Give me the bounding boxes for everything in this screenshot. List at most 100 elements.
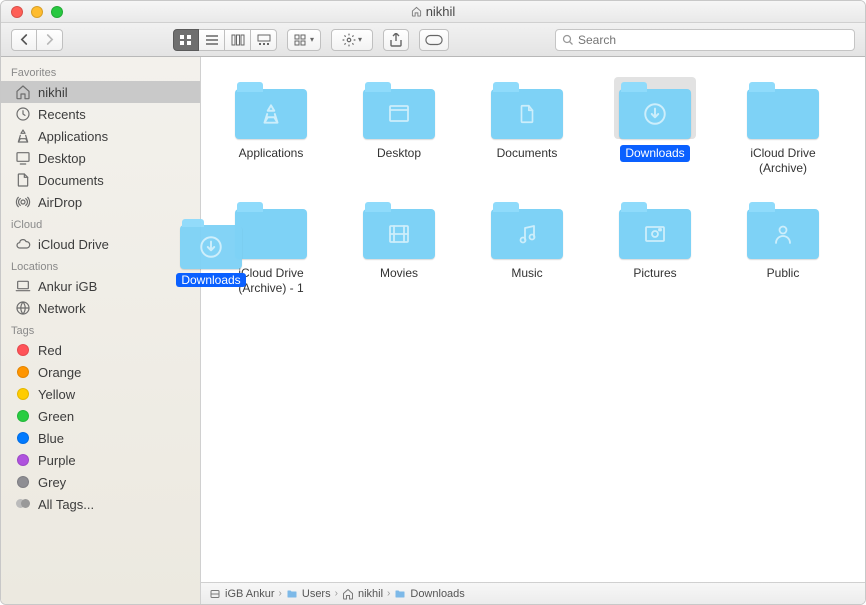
tag-dot-icon	[15, 452, 31, 468]
column-view-button[interactable]	[225, 29, 251, 51]
arrange-button[interactable]: ▾	[287, 29, 321, 51]
path-item-downloads[interactable]: Downloads	[394, 588, 464, 600]
sidebar: Favorites nikhil Recents Applications Deskto…	[1, 57, 201, 604]
folder-label: Public	[762, 265, 805, 282]
sidebar-item-label: Yellow	[38, 387, 75, 402]
path-item-igb-ankur[interactable]: iGB Ankur	[209, 588, 275, 600]
action-button[interactable]: ▾	[331, 29, 373, 51]
sidebar-item-label: Orange	[38, 365, 81, 380]
path-label: nikhil	[358, 588, 383, 600]
titlebar: nikhil	[1, 1, 865, 23]
globe-icon	[15, 300, 31, 316]
desktop-icon	[15, 150, 31, 166]
folder-documents[interactable]: Documents	[463, 75, 591, 195]
sidebar-item-green[interactable]: Green	[1, 405, 200, 427]
sidebar-item-recents[interactable]: Recents	[1, 103, 200, 125]
minimize-button[interactable]	[31, 6, 43, 18]
search-input[interactable]	[578, 33, 848, 47]
home-icon	[411, 6, 422, 17]
folder-icon	[486, 197, 568, 259]
airdrop-icon	[15, 194, 31, 210]
folder-icon	[286, 588, 298, 600]
gallery-view-button[interactable]	[251, 29, 277, 51]
close-button[interactable]	[11, 6, 23, 18]
folder-icon	[394, 588, 406, 600]
app-icon	[15, 128, 31, 144]
sidebar-item-desktop[interactable]: Desktop	[1, 147, 200, 169]
folder-music[interactable]: Music	[463, 195, 591, 315]
share-button[interactable]	[383, 29, 409, 51]
cloud-icon	[15, 236, 31, 252]
doc-icon	[15, 172, 31, 188]
sidebar-item-ankur-igb[interactable]: Ankur iGB	[1, 275, 200, 297]
tag-dot-icon	[15, 386, 31, 402]
sidebar-item-documents[interactable]: Documents	[1, 169, 200, 191]
folder-icloud-drive-archive-1[interactable]: iCloud Drive (Archive) - 1	[207, 195, 335, 315]
laptop-icon	[15, 278, 31, 294]
sidebar-item-label: Desktop	[38, 151, 86, 166]
sidebar-item-icloud-drive[interactable]: iCloud Drive	[1, 233, 200, 255]
search-box[interactable]	[555, 29, 855, 51]
view-mode-buttons	[173, 29, 277, 51]
nav-buttons	[11, 29, 63, 51]
sidebar-item-orange[interactable]: Orange	[1, 361, 200, 383]
zoom-button[interactable]	[51, 6, 63, 18]
tag-dot-icon	[15, 430, 31, 446]
back-button[interactable]	[11, 29, 37, 51]
sidebar-item-purple[interactable]: Purple	[1, 449, 200, 471]
icon-view-button[interactable]	[173, 29, 199, 51]
folder-label: Pictures	[628, 265, 681, 282]
sidebar-item-yellow[interactable]: Yellow	[1, 383, 200, 405]
window-controls	[1, 6, 63, 18]
home-icon	[15, 84, 31, 100]
all-tags-icon	[15, 496, 31, 512]
folder-pictures[interactable]: Pictures	[591, 195, 719, 315]
sidebar-item-label: AirDrop	[38, 195, 82, 210]
sidebar-section-label: iCloud	[1, 213, 200, 233]
folder-icon	[358, 77, 440, 139]
sidebar-section-label: Locations	[1, 255, 200, 275]
folder-label: Movies	[375, 265, 423, 282]
forward-button[interactable]	[37, 29, 63, 51]
sidebar-item-nikhil[interactable]: nikhil	[1, 81, 200, 103]
folder-icon	[742, 197, 824, 259]
sidebar-item-label: Purple	[38, 453, 76, 468]
sidebar-item-red[interactable]: Red	[1, 339, 200, 361]
tags-button[interactable]	[419, 29, 449, 51]
path-item-users[interactable]: Users	[286, 588, 331, 600]
sidebar-item-blue[interactable]: Blue	[1, 427, 200, 449]
sidebar-item-label: nikhil	[38, 85, 68, 100]
folder-movies[interactable]: Movies	[335, 195, 463, 315]
folder-label: iCloud Drive (Archive) - 1	[212, 265, 330, 297]
path-separator: ›	[387, 588, 390, 599]
sidebar-section-label: Tags	[1, 319, 200, 339]
sidebar-item-all-tags-[interactable]: All Tags...	[1, 493, 200, 515]
sidebar-item-label: Network	[38, 301, 86, 316]
sidebar-item-applications[interactable]: Applications	[1, 125, 200, 147]
sidebar-item-label: All Tags...	[38, 497, 94, 512]
sidebar-item-network[interactable]: Network	[1, 297, 200, 319]
sidebar-item-label: Recents	[38, 107, 86, 122]
folder-desktop[interactable]: Desktop	[335, 75, 463, 195]
search-icon	[562, 34, 574, 46]
folder-label: Music	[506, 265, 547, 282]
folder-icon	[614, 197, 696, 259]
path-item-nikhil[interactable]: nikhil	[342, 588, 383, 600]
folder-public[interactable]: Public	[719, 195, 847, 315]
sidebar-item-label: Applications	[38, 129, 108, 144]
folder-icloud-drive-archive-[interactable]: iCloud Drive (Archive)	[719, 75, 847, 195]
folder-downloads[interactable]: Downloads	[591, 75, 719, 195]
list-view-button[interactable]	[199, 29, 225, 51]
sidebar-item-airdrop[interactable]: AirDrop	[1, 191, 200, 213]
content-area[interactable]: ApplicationsDesktopDocumentsDownloadsiCl…	[201, 57, 865, 604]
sidebar-item-label: Ankur iGB	[38, 279, 97, 294]
sidebar-item-label: Green	[38, 409, 74, 424]
path-bar: iGB Ankur›Users›nikhil›Downloads	[201, 582, 865, 604]
disk-icon	[209, 588, 221, 600]
window-title-text: nikhil	[426, 4, 456, 19]
sidebar-item-label: Red	[38, 343, 62, 358]
folder-icon	[230, 197, 312, 259]
sidebar-section-label: Favorites	[1, 61, 200, 81]
folder-applications[interactable]: Applications	[207, 75, 335, 195]
sidebar-item-grey[interactable]: Grey	[1, 471, 200, 493]
